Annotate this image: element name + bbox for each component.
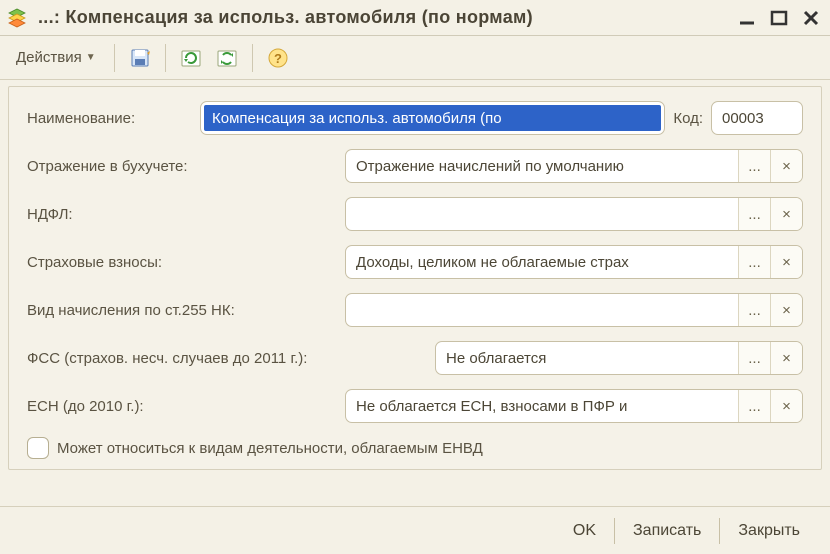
toolbar-separator xyxy=(165,44,166,72)
esn-value: Не облагается ЕСН, взносами в ПФР и xyxy=(346,390,738,422)
clear-button[interactable]: × xyxy=(770,150,802,182)
envd-checkbox-label: Может относиться к видам деятельности, о… xyxy=(57,440,483,457)
save-icon[interactable] xyxy=(125,43,155,73)
st255-field[interactable]: ... × xyxy=(345,293,803,327)
clear-button[interactable]: × xyxy=(770,390,802,422)
ellipsis-button[interactable]: ... xyxy=(738,294,770,326)
insurance-label: Страховые взносы: xyxy=(27,254,337,271)
close-button[interactable]: Закрыть xyxy=(722,516,816,546)
minimize-button[interactable] xyxy=(734,5,760,31)
name-field[interactable]: Компенсация за использ. автомобиля (по xyxy=(200,101,665,135)
code-label: Код: xyxy=(673,110,703,127)
st255-label: Вид начисления по ст.255 НК: xyxy=(27,302,337,319)
esn-field[interactable]: Не облагается ЕСН, взносами в ПФР и ... … xyxy=(345,389,803,423)
ellipsis-button[interactable]: ... xyxy=(738,390,770,422)
name-label: Наименование: xyxy=(27,110,192,127)
save-button[interactable]: Записать xyxy=(617,516,717,546)
st255-value xyxy=(346,294,738,326)
ellipsis-button[interactable]: ... xyxy=(738,342,770,374)
fss-label: ФСС (страхов. несч. случаев до 2011 г.): xyxy=(27,350,427,367)
toolbar-separator xyxy=(114,44,115,72)
ndfl-field[interactable]: ... × xyxy=(345,197,803,231)
insurance-field[interactable]: Доходы, целиком не облагаемые страх ... … xyxy=(345,245,803,279)
footer-separator xyxy=(719,518,720,544)
ellipsis-button[interactable]: ... xyxy=(738,198,770,230)
clear-button[interactable]: × xyxy=(770,246,802,278)
footer: OK Записать Закрыть xyxy=(0,506,830,554)
insurance-value: Доходы, целиком не облагаемые страх xyxy=(346,246,738,278)
chevron-down-icon: ▼ xyxy=(86,52,96,63)
refresh-icon[interactable] xyxy=(176,43,206,73)
toolbar: Действия ▼ ? xyxy=(0,36,830,80)
code-value: 00003 xyxy=(722,110,764,127)
footer-separator xyxy=(614,518,615,544)
titlebar: ...: Компенсация за использ. автомобиля … xyxy=(0,0,830,36)
app-icon xyxy=(6,7,28,29)
envd-checkbox[interactable] xyxy=(27,437,49,459)
reflection-label: Отражение в бухучете: xyxy=(27,158,337,175)
name-value: Компенсация за использ. автомобиля (по xyxy=(204,105,661,131)
reflection-value: Отражение начислений по умолчанию xyxy=(346,150,738,182)
actions-menu[interactable]: Действия ▼ xyxy=(8,45,104,70)
ok-button[interactable]: OK xyxy=(557,516,612,546)
svg-text:?: ? xyxy=(274,51,282,66)
toolbar-separator xyxy=(252,44,253,72)
close-button[interactable] xyxy=(798,5,824,31)
cycle-icon[interactable] xyxy=(212,43,242,73)
code-field[interactable]: 00003 xyxy=(711,101,803,135)
ellipsis-button[interactable]: ... xyxy=(738,246,770,278)
clear-button[interactable]: × xyxy=(770,198,802,230)
help-icon[interactable]: ? xyxy=(263,43,293,73)
esn-label: ЕСН (до 2010 г.): xyxy=(27,398,337,415)
ndfl-value xyxy=(346,198,738,230)
reflection-field[interactable]: Отражение начислений по умолчанию ... × xyxy=(345,149,803,183)
fss-field[interactable]: Не облагается ... × xyxy=(435,341,803,375)
form-area: Наименование: Компенсация за использ. ав… xyxy=(8,86,822,470)
clear-button[interactable]: × xyxy=(770,294,802,326)
actions-label: Действия xyxy=(16,49,82,66)
fss-value: Не облагается xyxy=(436,342,738,374)
clear-button[interactable]: × xyxy=(770,342,802,374)
ellipsis-button[interactable]: ... xyxy=(738,150,770,182)
maximize-button[interactable] xyxy=(766,5,792,31)
window-title: ...: Компенсация за использ. автомобиля … xyxy=(38,7,728,28)
ndfl-label: НДФЛ: xyxy=(27,206,337,223)
